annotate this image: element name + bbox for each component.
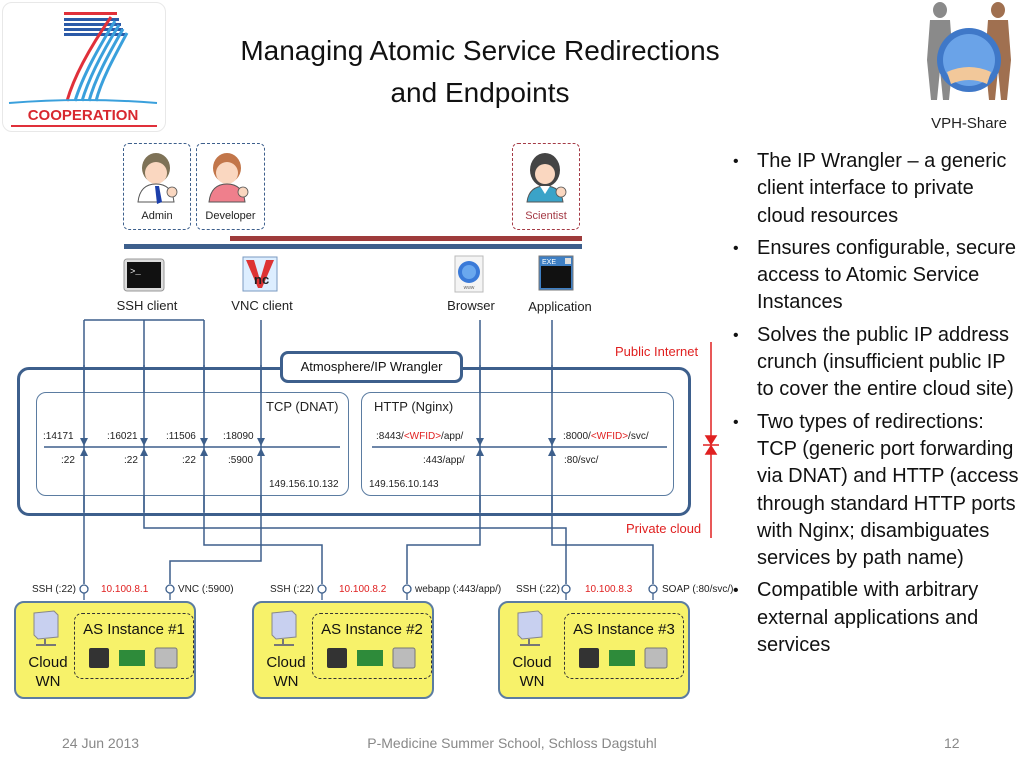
arrow-up-icon <box>200 448 208 456</box>
vph-share-logo-icon: VPH-Share <box>927 2 1011 132</box>
bullet-item: Compatible with arbitrary external appli… <box>733 577 1023 659</box>
as-instance-title: AS Instance #3 <box>573 621 675 638</box>
arrow-down-icon <box>476 438 484 446</box>
arrow-up-icon <box>80 448 88 456</box>
cloud-wn-line1: Cloud <box>266 654 306 671</box>
bullet-item: Two types of redirections: TCP (generic … <box>733 409 1023 573</box>
tcp-public-port: :11506 <box>166 431 196 442</box>
arrow-down-icon <box>200 438 208 446</box>
hardware-icons <box>327 647 416 669</box>
server-icon <box>517 610 543 646</box>
cloud-wn-line1: Cloud <box>28 654 68 671</box>
port-circle-icon <box>648 584 658 594</box>
cpu-icon <box>579 648 599 668</box>
cloud-wn-3: Cloud WN AS Instance #3 <box>498 601 690 699</box>
server-icon <box>271 610 297 646</box>
cloud-wn-label: Cloud WN <box>504 653 560 691</box>
bullet-item: Ensures configurable, secure access to A… <box>733 235 1023 317</box>
cloud-wn-line2: WN <box>273 673 299 690</box>
bullet-item: Solves the public IP address crunch (ins… <box>733 322 1023 404</box>
http-private-path: :80/svc/ <box>564 455 599 466</box>
http-private-path: :443/app/ <box>423 455 465 466</box>
instance1-left-port: SSH (:22) <box>32 584 76 595</box>
private-cloud-label: Private cloud <box>626 521 702 536</box>
cloud-wn-1: Cloud WN AS Instance #1 <box>14 601 196 699</box>
instance1-right-port: VNC (:5900) <box>178 584 234 595</box>
cloud-wn-line2: WN <box>35 673 61 690</box>
tcp-public-port: :18090 <box>223 431 254 442</box>
public-internet-label: Public Internet <box>615 344 699 359</box>
server-icon <box>33 610 59 646</box>
http-public-path: :8000/<WFID>/svc/ <box>563 431 649 442</box>
ip-wrangler-label: Atmosphere/IP Wrangler <box>280 351 463 383</box>
hardware-icons <box>579 647 668 669</box>
tcp-private-port: :22 <box>124 455 138 466</box>
tcp-private-port: :5900 <box>228 455 254 466</box>
instance3-ip: 10.100.8.3 <box>585 584 633 595</box>
vph-share-logo: VPH-Share <box>915 0 1024 136</box>
arrow-down-icon <box>140 438 148 446</box>
cloud-wn-line2: WN <box>519 673 545 690</box>
path-suffix: /app/ <box>441 431 464 442</box>
as-instance-3[interactable]: AS Instance #3 <box>564 613 684 679</box>
cpu-icon <box>89 648 109 668</box>
path-prefix: :8000/ <box>563 431 591 442</box>
svg-text:VPH-Share: VPH-Share <box>931 115 1007 132</box>
as-instance-title: AS Instance #2 <box>321 621 423 638</box>
as-instance-title: AS Instance #1 <box>83 621 185 638</box>
instance3-left-port: SSH (:22) <box>516 584 560 595</box>
wfid-placeholder: <WFID> <box>403 431 442 442</box>
port-circle-icon <box>165 584 175 594</box>
arrow-down-icon <box>80 438 88 446</box>
port-circle-icon <box>402 584 412 594</box>
port-circle-icon <box>317 584 327 594</box>
arrow-up-icon <box>257 448 265 456</box>
ram-icon <box>119 650 145 666</box>
cloud-wn-label: Cloud WN <box>258 653 314 691</box>
http-public-path: :8443/<WFID>/app/ <box>376 431 463 442</box>
arrow-down-icon <box>548 438 556 446</box>
instance3-right-port: SOAP (:80/svc/) <box>662 584 734 595</box>
hdd-icon <box>392 647 416 669</box>
instance1-ip: 10.100.8.1 <box>101 584 149 595</box>
ram-icon <box>357 650 383 666</box>
arrow-up-icon <box>140 448 148 456</box>
port-circle-icon <box>79 584 89 594</box>
tcp-public-port: :16021 <box>107 431 138 442</box>
footer-event: P-Medicine Summer School, Schloss Dagstu… <box>367 735 657 751</box>
footer-page-number: 12 <box>944 735 960 751</box>
path-prefix: :8443/ <box>376 431 404 442</box>
arrow-up-icon <box>548 448 556 456</box>
hardware-icons <box>89 647 178 669</box>
hdd-icon <box>644 647 668 669</box>
port-circle-icon <box>561 584 571 594</box>
as-instance-1[interactable]: AS Instance #1 <box>74 613 194 679</box>
footer-date: 24 Jun 2013 <box>62 735 140 751</box>
http-title: HTTP (Nginx) <box>374 399 454 414</box>
tcp-private-port: :22 <box>182 455 196 466</box>
hdd-icon <box>154 647 178 669</box>
instance2-right-port: webapp (:443/app/) <box>415 584 502 595</box>
instance2-ip: 10.100.8.2 <box>339 584 387 595</box>
http-ip: 149.156.10.143 <box>369 479 439 490</box>
cpu-icon <box>327 648 347 668</box>
tcp-private-port: :22 <box>61 455 75 466</box>
instance2-left-port: SSH (:22) <box>270 584 314 595</box>
path-suffix: /svc/ <box>628 431 649 442</box>
wfid-placeholder: <WFID> <box>590 431 629 442</box>
arrow-up-icon <box>476 448 484 456</box>
ram-icon <box>609 650 635 666</box>
arrow-down-icon <box>257 438 265 446</box>
bullet-item: The IP Wrangler – a generic client inter… <box>733 148 1023 230</box>
cloud-wn-2: Cloud WN AS Instance #2 <box>252 601 434 699</box>
cloud-wn-label: Cloud WN <box>20 653 76 691</box>
tcp-ip: 149.156.10.132 <box>269 479 339 490</box>
as-instance-2[interactable]: AS Instance #2 <box>312 613 432 679</box>
bullet-list: The IP Wrangler – a generic client inter… <box>733 148 1023 664</box>
tcp-title: TCP (DNAT) <box>266 399 339 414</box>
cloud-wn-line1: Cloud <box>512 654 552 671</box>
tcp-public-port: :14171 <box>43 431 74 442</box>
